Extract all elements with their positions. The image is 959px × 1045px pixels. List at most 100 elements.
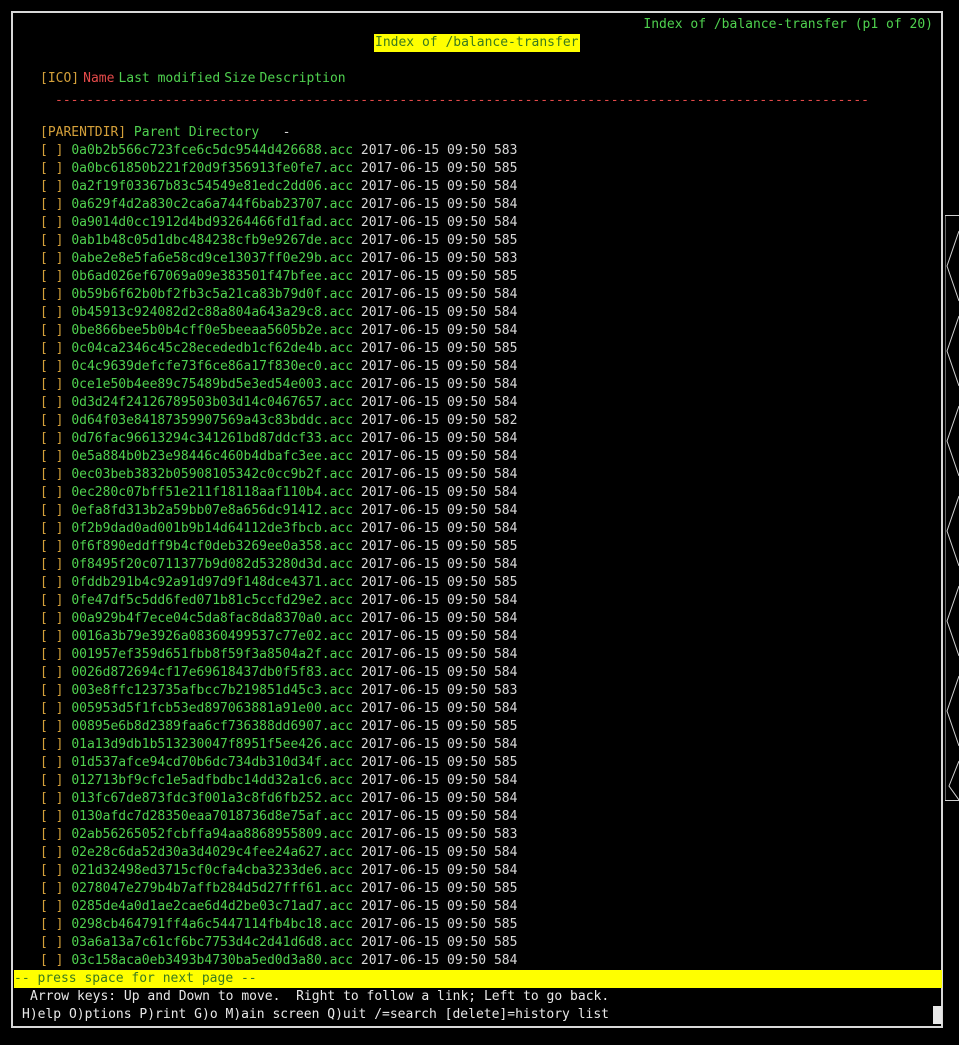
file-link[interactable]: 0f2b9dad0ad001b9b14d64112de3fbcb.acc [71,521,353,536]
file-link[interactable]: 02ab56265052fcbffa94aa8868955809.acc [71,827,353,842]
file-link[interactable]: 021d32498ed3715cf0cfa4cba3233de6.acc [71,863,353,878]
file-link[interactable]: 02e28c6da52d30a3d4029c4fee24a627.acc [71,845,353,860]
parent-directory-link[interactable]: Parent Directory [134,125,259,140]
file-link[interactable]: 013fc67de873fdc3f001a3c8fd6fb252.acc [71,791,353,806]
file-modified: 2017-06-15 09:50 [360,845,487,860]
file-link[interactable]: 0ab1b48c05d1dbc484238cfb9e9267de.acc [71,233,353,248]
header-ico: [ICO] [40,71,80,86]
file-link[interactable]: 0f8495f20c0711377b9d082d53280d3d.acc [71,557,353,572]
file-link[interactable]: 0016a3b79e3926a08360499537c77e02.acc [71,629,353,644]
file-link[interactable]: 0abe2e8e5fa6e58cd9ce13037ff0e29b.acc [71,251,353,266]
file-link[interactable]: 03a6a13a7c61cf6bc7753d4c2d41d6d8.acc [71,935,353,950]
list-item: [ ] 0f2b9dad0ad001b9b14d64112de3fbcb.acc… [40,520,517,538]
file-link[interactable]: 00895e6b8d2389faa6cf736388dd6907.acc [71,719,353,734]
file-link[interactable]: 0fddb291b4c92a91d97d9f148dce4371.acc [71,575,353,590]
help-line-navigation: Arrow keys: Up and Down to move. Right t… [30,989,610,1004]
file-size: 584 [493,647,518,662]
file-icon: [ ] [40,395,64,410]
list-item: [ ] 0b45913c924082d2c88a804a643a29c8.acc… [40,304,517,322]
file-icon: [ ] [40,413,64,428]
file-icon: [ ] [40,629,64,644]
list-item: [ ] 003e8ffc123735afbcc7b219851d45c3.acc… [40,682,517,700]
file-link[interactable]: 0ec03beb3832b05908105342c0cc9b2f.acc [71,467,353,482]
page-heading: Index of /balance-transfer [374,34,580,52]
file-modified: 2017-06-15 09:50 [360,197,487,212]
file-modified: 2017-06-15 09:50 [360,503,487,518]
file-link[interactable]: 0e5a884b0b23e98446c460b4dbafc3ee.acc [71,449,353,464]
list-item: [ ] 0ec03beb3832b05908105342c0cc9b2f.acc… [40,466,517,484]
header-size-link[interactable]: Size [224,71,255,86]
list-item: [ ] 0ab1b48c05d1dbc484238cfb9e9267de.acc… [40,232,517,250]
file-modified: 2017-06-15 09:50 [360,719,487,734]
file-modified: 2017-06-15 09:50 [360,161,487,176]
file-link[interactable]: 01d537afce94cd70b6dc734db310d34f.acc [71,755,353,770]
file-icon: [ ] [40,665,64,680]
file-icon: [ ] [40,719,64,734]
file-link[interactable]: 003e8ffc123735afbcc7b219851d45c3.acc [71,683,353,698]
file-modified: 2017-06-15 09:50 [360,179,487,194]
list-item: [ ] 013fc67de873fdc3f001a3c8fd6fb252.acc… [40,790,517,808]
file-link[interactable]: 0f6f890eddff9b4cf0deb3269ee0a358.acc [71,539,353,554]
file-link[interactable]: 0ec280c07bff51e211f18118aaf110b4.acc [71,485,353,500]
file-link[interactable]: 0efa8fd313b2a59bb07e8a656dc91412.acc [71,503,353,518]
header-description-link[interactable]: Description [260,71,346,86]
file-size: 584 [493,845,518,860]
file-modified: 2017-06-15 09:50 [360,521,487,536]
header-last-modified-link[interactable]: Last modified [118,71,220,86]
file-modified: 2017-06-15 09:50 [360,323,487,338]
parentdir-tag: [PARENTDIR] [40,125,127,140]
file-link[interactable]: 0c4c9639defcfe73f6ce86a17f830ec0.acc [71,359,353,374]
file-icon: [ ] [40,197,64,212]
file-size: 584 [493,557,518,572]
file-modified: 2017-06-15 09:50 [360,917,487,932]
list-item: [ ] 0a0b2b566c723fce6c5dc9544d426688.acc… [40,142,517,160]
file-link[interactable]: 0a0bc61850b221f20d9f356913fe0fe7.acc [71,161,353,176]
file-modified: 2017-06-15 09:50 [360,269,487,284]
list-item: [ ] 0b6ad026ef67069a09e383501f47bfee.acc… [40,268,517,286]
list-item: [ ] 00895e6b8d2389faa6cf736388dd6907.acc… [40,718,517,736]
file-link[interactable]: 03c158aca0eb3493b4730ba5ed0d3a80.acc [71,953,353,968]
file-size: 583 [493,827,518,842]
file-link[interactable]: 0b59b6f62b0bf2fb3c5a21ca83b79d0f.acc [71,287,353,302]
list-item: [ ] 0fe47df5c5dd6fed071b81c5ccfd29e2.acc… [40,592,517,610]
file-size: 584 [493,521,518,536]
file-link[interactable]: 0298cb464791ff4a6c5447114fb4bc18.acc [71,917,353,932]
file-link[interactable]: 0ce1e50b4ee89c75489bd5e3ed54e003.acc [71,377,353,392]
file-size: 584 [493,665,518,680]
file-link[interactable]: 0d3d24f24126789503b03d14c0467657.acc [71,395,353,410]
file-size: 584 [493,197,518,212]
next-page-prompt: -- press space for next page -- [14,970,942,988]
file-link[interactable]: 0d64f03e84187359907569a43c83bddc.acc [71,413,353,428]
file-link[interactable]: 0285de4a0d1ae2cae6d4d2be03c71ad7.acc [71,899,353,914]
file-link[interactable]: 001957ef359d651fbb8f59f3a8504a2f.acc [71,647,353,662]
file-link[interactable]: 0d76fac96613294c341261bd87ddcf33.acc [71,431,353,446]
file-link[interactable]: 0be866bee5b0b4cff0e5beeaa5605b2e.acc [71,323,353,338]
list-item: [ ] 03a6a13a7c61cf6bc7753d4c2d41d6d8.acc… [40,934,517,952]
file-link[interactable]: 0a2f19f03367b83c54549e81edc2dd06.acc [71,179,353,194]
file-link[interactable]: 0a9014d0cc1912d4bd93264466fd1fad.acc [71,215,353,230]
file-link[interactable]: 0fe47df5c5dd6fed071b81c5ccfd29e2.acc [71,593,353,608]
file-link[interactable]: 005953d5f1fcb53ed897063881a91e00.acc [71,701,353,716]
file-link[interactable]: 0b45913c924082d2c88a804a643a29c8.acc [71,305,353,320]
file-size: 584 [493,467,518,482]
file-link[interactable]: 0a0b2b566c723fce6c5dc9544d426688.acc [71,143,353,158]
file-link[interactable]: 0a629f4d2a830c2ca6a744f6bab23707.acc [71,197,353,212]
file-link[interactable]: 0130afdc7d28350eaa7018736d8e75af.acc [71,809,353,824]
file-link[interactable]: 00a929b4f7ece04c5da8fac8da8370a0.acc [71,611,353,626]
list-item: [ ] 0d76fac96613294c341261bd87ddcf33.acc… [40,430,517,448]
file-icon: [ ] [40,485,64,500]
list-item: [ ] 0be866bee5b0b4cff0e5beeaa5605b2e.acc… [40,322,517,340]
file-link[interactable]: 0278047e279b4b7affb284d5d27fff61.acc [71,881,353,896]
file-link[interactable]: 0b6ad026ef67069a09e383501f47bfee.acc [71,269,353,284]
file-link[interactable]: 0026d872694cf17e69618437db0f5f83.acc [71,665,353,680]
file-link[interactable]: 0c04ca2346c45c28ecededb1cf62de4b.acc [71,341,353,356]
file-size: 584 [493,899,518,914]
file-link[interactable]: 01a13d9db1b513230047f8951f5ee426.acc [71,737,353,752]
file-list: [ ] 0a0b2b566c723fce6c5dc9544d426688.acc… [40,142,517,970]
header-name-link[interactable]: Name [83,71,114,86]
terminal-cursor [933,1006,942,1024]
file-icon: [ ] [40,467,64,482]
file-icon: [ ] [40,737,64,752]
file-size: 584 [493,953,518,968]
file-link[interactable]: 012713bf9cfc1e5adfbdbc14dd32a1c6.acc [71,773,353,788]
